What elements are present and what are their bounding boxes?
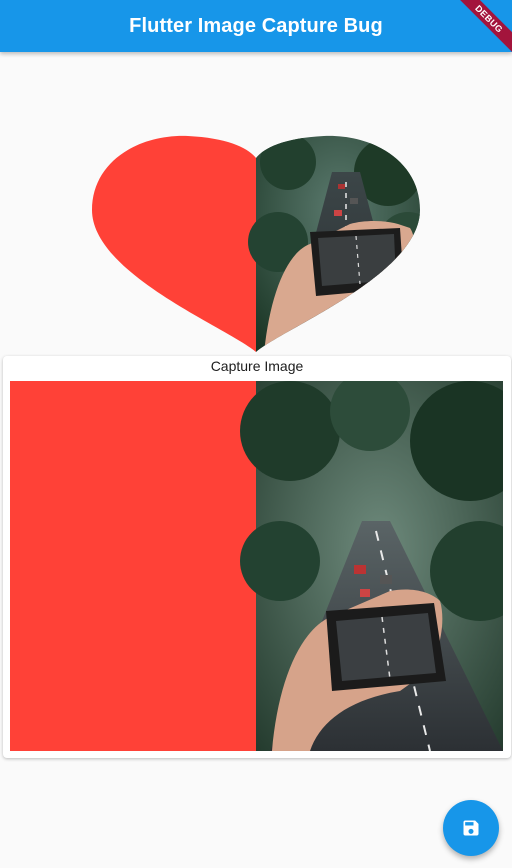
save-icon <box>461 818 481 838</box>
debug-banner-label: DEBUG <box>452 0 512 56</box>
save-button[interactable] <box>443 800 499 856</box>
capture-label: Capture Image <box>210 358 304 374</box>
capture-card: Capture Image <box>3 356 512 758</box>
app-title: Flutter Image Capture Bug <box>129 14 383 37</box>
app-bar: Flutter Image Capture Bug <box>0 0 512 52</box>
captured-image <box>10 371 512 752</box>
debug-banner: DEBUG <box>452 0 512 60</box>
heart-image <box>88 132 424 354</box>
